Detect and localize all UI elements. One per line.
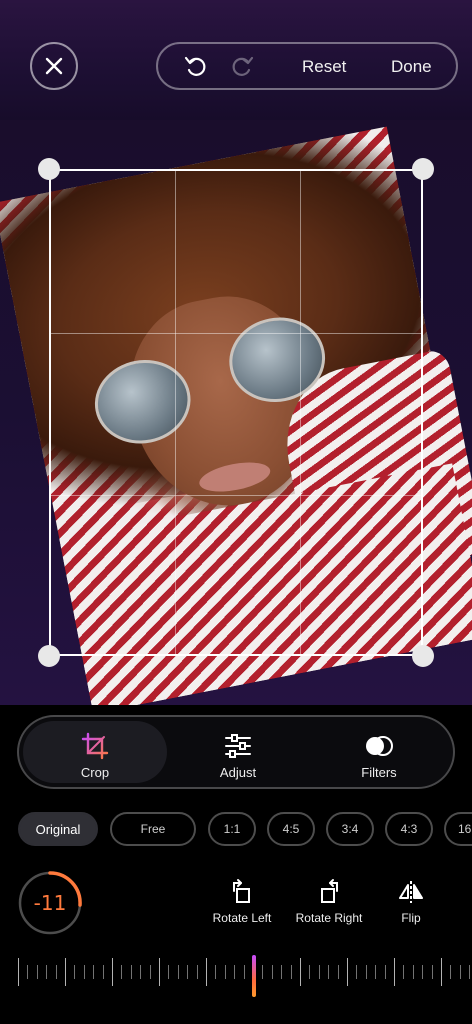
- ruler-minor-tick: [55, 965, 57, 979]
- ruler-minor-tick: [83, 965, 85, 979]
- ruler-major-tick: [112, 958, 113, 986]
- tab-crop[interactable]: Crop: [23, 721, 167, 783]
- ruler-minor-tick: [224, 965, 226, 979]
- ruler-minor-tick: [450, 965, 452, 979]
- ruler-minor-tick: [271, 965, 273, 979]
- rotation-value: -11: [33, 891, 67, 915]
- crop-icon: [81, 732, 109, 760]
- ruler-minor-tick: [27, 965, 29, 979]
- crop-handle-bottom-right[interactable]: [412, 645, 434, 667]
- ruler-minor-tick: [196, 965, 198, 979]
- flip-label: Flip: [401, 911, 421, 925]
- tool-tabs: Crop Adjust Filters: [17, 715, 455, 789]
- close-icon: [45, 57, 63, 75]
- rotation-ruler[interactable]: [0, 950, 472, 1000]
- flip-button[interactable]: Flip: [393, 878, 429, 925]
- ruler-minor-tick: [337, 965, 339, 979]
- ratio-original[interactable]: Original: [18, 812, 98, 846]
- ruler-minor-tick: [215, 965, 217, 979]
- grid-line-v2: [300, 171, 301, 654]
- ruler-minor-tick: [177, 965, 179, 979]
- ruler-major-tick: [394, 958, 395, 986]
- ruler-minor-tick: [36, 965, 38, 979]
- ruler-major-tick: [159, 958, 160, 986]
- tab-adjust[interactable]: Adjust: [166, 721, 310, 783]
- rotate-left-button[interactable]: Rotate Left: [210, 878, 274, 925]
- grid-line-h1: [51, 333, 421, 334]
- redo-button[interactable]: [224, 48, 260, 84]
- ruler-minor-tick: [102, 965, 104, 979]
- tab-crop-label: Crop: [80, 765, 110, 780]
- ratio-16-9[interactable]: 16:9: [444, 812, 472, 846]
- ruler-major-tick: [65, 958, 66, 986]
- ruler-minor-tick: [149, 965, 151, 979]
- ruler-minor-tick: [403, 965, 405, 979]
- done-button[interactable]: Done: [391, 57, 432, 77]
- ratio-free[interactable]: Free: [110, 812, 196, 846]
- rotate-right-button[interactable]: Rotate Right: [294, 878, 364, 925]
- close-button[interactable]: [30, 42, 78, 90]
- ruler-minor-tick: [469, 965, 471, 979]
- ruler-minor-tick: [93, 965, 95, 979]
- ruler-minor-tick: [318, 965, 320, 979]
- ruler-minor-tick: [140, 965, 142, 979]
- aspect-ratio-bar: Original Free 1:1 4:5 3:4 4:3 16:9: [18, 812, 472, 848]
- ruler-major-tick: [18, 958, 19, 986]
- ruler-minor-tick: [187, 965, 189, 979]
- crop-handle-bottom-left[interactable]: [38, 645, 60, 667]
- ruler-major-tick: [347, 958, 348, 986]
- ruler-minor-tick: [281, 965, 283, 979]
- reset-button[interactable]: Reset: [302, 57, 346, 77]
- ratio-1-1[interactable]: 1:1: [208, 812, 256, 846]
- ruler-minor-tick: [412, 965, 414, 979]
- ratio-3-4[interactable]: 3:4: [326, 812, 374, 846]
- ruler-minor-tick: [290, 965, 292, 979]
- rotate-left-icon: [233, 879, 250, 903]
- ruler-minor-tick: [121, 965, 123, 979]
- tab-filters[interactable]: Filters: [307, 721, 451, 783]
- ruler-minor-tick: [168, 965, 170, 979]
- filters-icon: [366, 736, 393, 756]
- crop-handle-top-left[interactable]: [38, 158, 60, 180]
- ruler-minor-tick: [375, 965, 377, 979]
- tab-adjust-label: Adjust: [219, 765, 257, 780]
- undo-icon: [184, 56, 206, 76]
- grid-line-v1: [175, 171, 176, 654]
- grid-line-h2: [51, 495, 421, 496]
- ruler-major-tick: [206, 958, 207, 986]
- tab-filters-label: Filters: [361, 765, 397, 780]
- crop-frame[interactable]: [49, 169, 423, 656]
- rotation-ruler-indicator[interactable]: [252, 955, 256, 997]
- ruler-minor-tick: [234, 965, 236, 979]
- rotation-dial[interactable]: -11: [18, 871, 82, 935]
- rotate-right-label: Rotate Right: [295, 911, 363, 925]
- rotate-left-label: Rotate Left: [212, 911, 272, 925]
- history-controls: Reset Done: [156, 42, 458, 90]
- crop-canvas[interactable]: [0, 120, 472, 705]
- ruler-minor-tick: [459, 965, 461, 979]
- ratio-4-3[interactable]: 4:3: [385, 812, 433, 846]
- ruler-major-tick: [300, 958, 301, 986]
- ruler-minor-tick: [130, 965, 132, 979]
- ruler-minor-tick: [46, 965, 48, 979]
- ruler-minor-tick: [422, 965, 424, 979]
- crop-handle-top-right[interactable]: [412, 158, 434, 180]
- sliders-icon: [225, 734, 251, 758]
- ruler-minor-tick: [309, 965, 311, 979]
- flip-icon: [399, 881, 423, 903]
- ruler-minor-tick: [328, 965, 330, 979]
- ruler-minor-tick: [431, 965, 433, 979]
- ruler-minor-tick: [365, 965, 367, 979]
- ratio-4-5[interactable]: 4:5: [267, 812, 315, 846]
- ruler-major-tick: [441, 958, 442, 986]
- ruler-minor-tick: [262, 965, 264, 979]
- redo-icon: [232, 56, 254, 76]
- ruler-minor-tick: [384, 965, 386, 979]
- undo-button[interactable]: [178, 48, 214, 84]
- ruler-minor-tick: [243, 965, 245, 979]
- rotate-right-icon: [321, 879, 338, 903]
- ruler-minor-tick: [356, 965, 358, 979]
- ruler-minor-tick: [74, 965, 76, 979]
- top-toolbar: Reset Done: [0, 0, 472, 120]
